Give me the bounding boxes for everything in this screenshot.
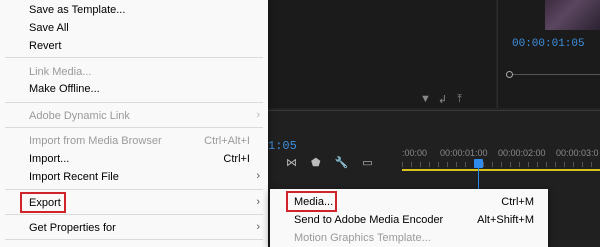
menu-item-label: Motion Graphics Template... (294, 232, 431, 244)
ruler-label: 00:00:03:0 (556, 148, 599, 158)
menu-item-shortcut: Ctrl+I (223, 153, 250, 165)
menu-item-label: Revert (29, 40, 62, 52)
menu-separator (5, 214, 263, 215)
ruler-label: 00:00:02:00 (498, 148, 546, 158)
export-submenu: Media... Ctrl+M Send to Adobe Media Enco… (270, 189, 548, 247)
menu-item-label: Send to Adobe Media Encoder (294, 214, 444, 226)
menu-item-shortcut: Alt+Shift+M (477, 214, 534, 226)
menu-item-send-to-media-encoder[interactable]: Send to Adobe Media Encoder Alt+Shift+M (270, 210, 548, 230)
menu-item-save-all[interactable]: Save All (0, 18, 268, 38)
menu-item-label: Get Properties for (29, 222, 116, 234)
menu-item-label: Make Offline... (29, 83, 100, 95)
program-timecode[interactable]: 00:00:01:05 (512, 38, 585, 50)
wrench-icon[interactable]: 🔧 (335, 156, 349, 169)
menu-item-label: Save as Template... (29, 4, 126, 16)
ruler-ticks (402, 162, 600, 167)
menu-item-import-from-media-browser[interactable]: Import from Media Browser Ctrl+Alt+I (0, 131, 268, 151)
menu-item-revert[interactable]: Revert (0, 36, 268, 56)
submenu-chevron-icon: › (256, 221, 260, 233)
snap-icon[interactable]: ⋈ (286, 156, 297, 169)
menu-item-label: Save All (29, 22, 69, 34)
file-menu: Save as Template... Save All Revert Link… (0, 0, 268, 247)
media-highlight-box (286, 191, 337, 212)
menu-item-label: Adobe Dynamic Link (29, 110, 130, 122)
timeline-timecode[interactable]: 1:05 (268, 139, 297, 153)
playhead-handle[interactable] (474, 159, 483, 168)
marker-icon[interactable]: ⬟ (311, 156, 321, 169)
work-area-bar[interactable] (402, 169, 600, 171)
export-highlight-box (20, 192, 66, 213)
captions-icon[interactable]: ▭ (362, 156, 372, 169)
menu-item-label: Import... (29, 153, 70, 165)
menu-item-label: Import from Media Browser (29, 135, 162, 147)
menu-item-label: Link Media... (29, 66, 92, 78)
menu-item-shortcut: Ctrl+Alt+I (204, 135, 250, 147)
menu-item-get-properties-for[interactable]: Get Properties for › (0, 218, 268, 238)
menu-separator (5, 102, 263, 103)
menu-item-import[interactable]: Import... Ctrl+I (0, 149, 268, 169)
menu-item-adobe-dynamic-link[interactable]: Adobe Dynamic Link › (0, 106, 268, 126)
menu-item-make-offline[interactable]: Make Offline... (0, 79, 268, 99)
program-video-frame (545, 0, 600, 30)
ruler-label: :00:00 (402, 148, 428, 158)
submenu-chevron-icon: › (256, 109, 260, 121)
scrubber-track (510, 74, 600, 75)
source-monitor-controls: ▼ ↲ ⤒ (420, 93, 465, 106)
program-scrubber[interactable] (506, 70, 600, 78)
timeline-tools: ⋈ ⬟ 🔧 ▭ (286, 156, 373, 169)
export-frame-icon[interactable]: ⤒ (454, 93, 465, 106)
menu-item-label: Import Recent File (29, 171, 119, 183)
menu-item-save-as-template[interactable]: Save as Template... (0, 0, 268, 20)
submenu-chevron-icon: › (256, 196, 260, 208)
source-monitor-panel (268, 0, 496, 108)
menu-separator (5, 189, 263, 190)
filter-icon[interactable]: ▼ (420, 93, 431, 106)
scrubber-knob[interactable] (506, 71, 513, 78)
ruler-label: 00:00:01:00 (440, 148, 488, 158)
submenu-chevron-icon: › (256, 170, 260, 182)
menu-separator (5, 239, 263, 240)
menu-item-import-recent-file[interactable]: Import Recent File › (0, 167, 268, 187)
menu-item-motion-graphics-template[interactable]: Motion Graphics Template... (270, 228, 548, 247)
insert-icon[interactable]: ↲ (437, 93, 448, 106)
menu-separator (5, 127, 263, 128)
menu-item-shortcut: Ctrl+M (501, 196, 534, 208)
menu-separator (5, 57, 263, 58)
